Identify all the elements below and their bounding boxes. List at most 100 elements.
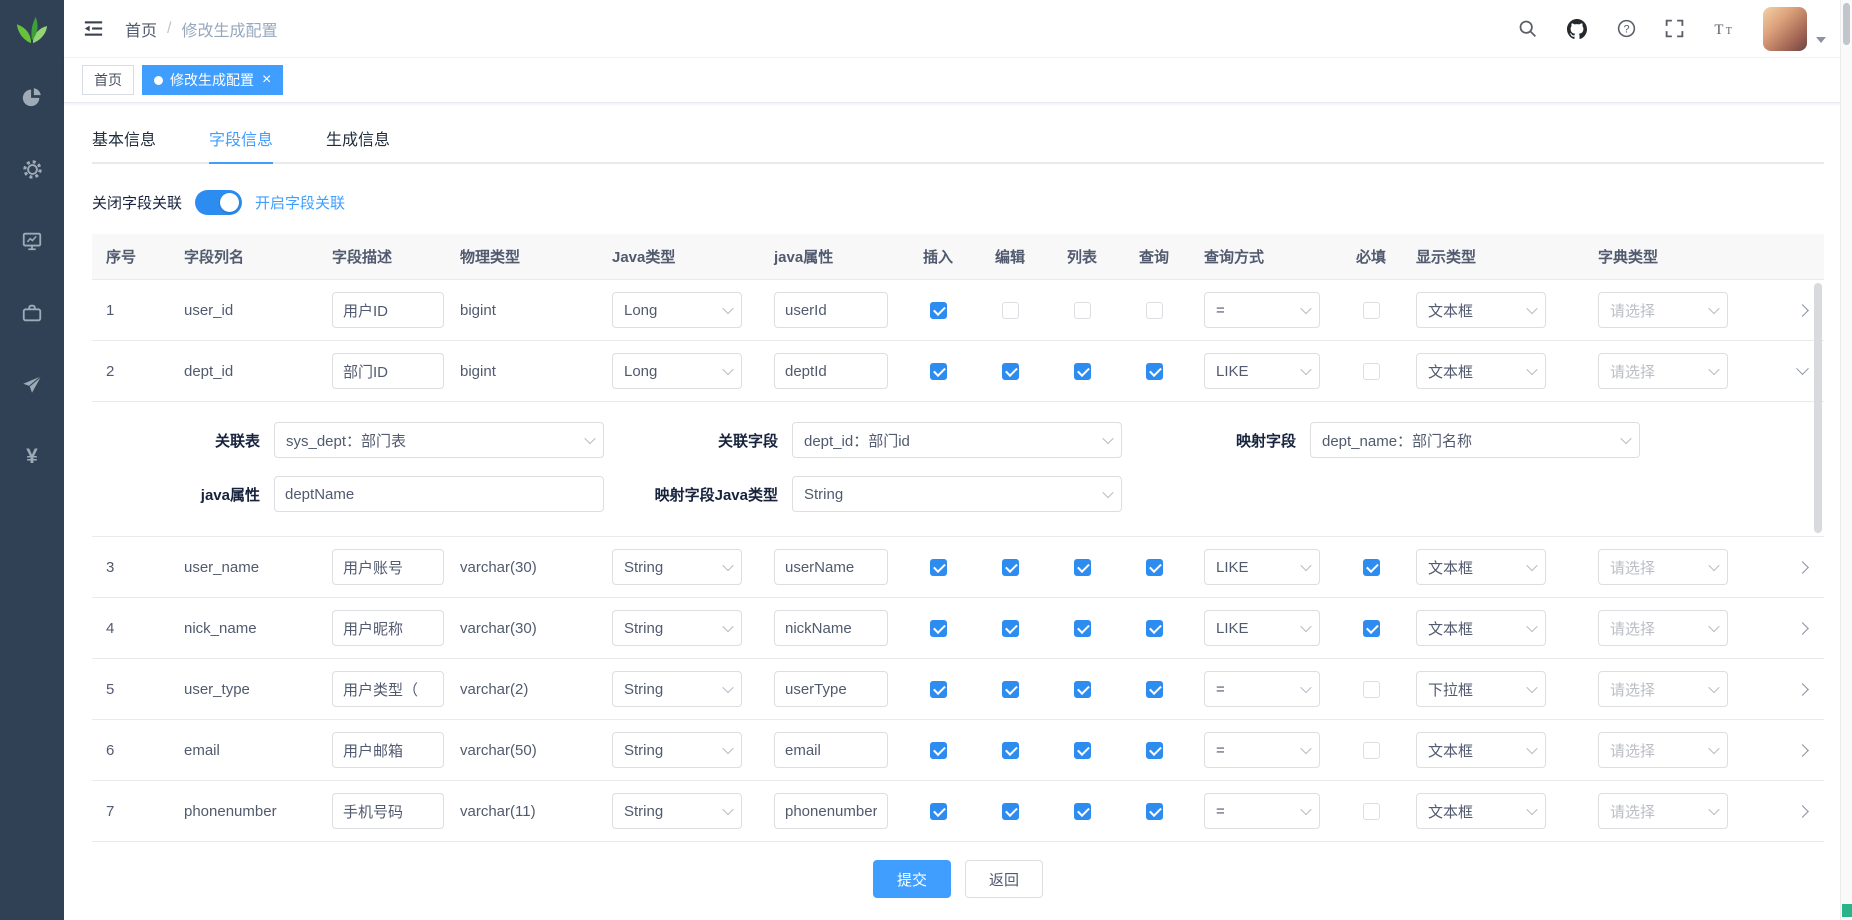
java-type-select[interactable]: String — [612, 671, 742, 707]
app-logo[interactable] — [15, 12, 49, 50]
java-type-select[interactable]: Long — [612, 292, 742, 328]
java-field-input[interactable] — [774, 732, 888, 768]
list-checkbox[interactable] — [1074, 559, 1091, 576]
query-type-select[interactable]: = — [1204, 793, 1320, 829]
java-field-input[interactable] — [774, 671, 888, 707]
tag-home[interactable]: 首页 — [82, 65, 134, 95]
java-field-input[interactable] — [774, 610, 888, 646]
submit-button[interactable]: 提交 — [873, 860, 951, 898]
html-type-select[interactable]: 文本框 — [1416, 610, 1546, 646]
page-scrollbar[interactable] — [1840, 0, 1852, 920]
list-checkbox[interactable] — [1074, 620, 1091, 637]
html-type-select[interactable]: 下拉框 — [1416, 671, 1546, 707]
sidebar-item-monitor[interactable] — [19, 228, 45, 254]
column-comment-input[interactable] — [332, 732, 444, 768]
query-type-select[interactable]: = — [1204, 732, 1320, 768]
sidebar-item-tool[interactable] — [19, 300, 45, 326]
html-type-select[interactable]: 文本框 — [1416, 793, 1546, 829]
insert-checkbox[interactable] — [930, 363, 947, 380]
help-icon[interactable]: ? — [1616, 18, 1637, 39]
column-comment-input[interactable] — [332, 353, 444, 389]
tab-generate-info[interactable]: 生成信息 — [326, 115, 390, 162]
expand-row-icon[interactable] — [1796, 561, 1809, 574]
java-field-input[interactable] — [774, 353, 888, 389]
insert-checkbox[interactable] — [930, 620, 947, 637]
edit-checkbox[interactable] — [1002, 803, 1019, 820]
java-type-select[interactable]: String — [612, 732, 742, 768]
java-field-input[interactable] — [774, 292, 888, 328]
relation-java-field-input[interactable] — [274, 476, 604, 512]
dict-type-select[interactable]: 请选择 — [1598, 732, 1728, 768]
required-checkbox[interactable] — [1363, 620, 1380, 637]
dict-type-select[interactable]: 请选择 — [1598, 671, 1728, 707]
sidebar-item-dashboard[interactable] — [19, 84, 45, 110]
column-comment-input[interactable] — [332, 292, 444, 328]
required-checkbox[interactable] — [1363, 559, 1380, 576]
query-type-select[interactable]: = — [1204, 671, 1320, 707]
list-checkbox[interactable] — [1074, 742, 1091, 759]
query-type-select[interactable]: LIKE — [1204, 549, 1320, 585]
html-type-select[interactable]: 文本框 — [1416, 549, 1546, 585]
github-icon[interactable] — [1565, 17, 1589, 41]
sidebar-item-system[interactable] — [19, 156, 45, 182]
query-checkbox[interactable] — [1146, 681, 1163, 698]
tab-basic-info[interactable]: 基本信息 — [92, 115, 156, 162]
relation-table-select[interactable]: sys_dept：部门表 — [274, 422, 604, 458]
column-comment-input[interactable] — [332, 793, 444, 829]
query-checkbox[interactable] — [1146, 559, 1163, 576]
relation-switch[interactable] — [195, 190, 242, 215]
query-checkbox[interactable] — [1146, 302, 1163, 319]
html-type-select[interactable]: 文本框 — [1416, 292, 1546, 328]
edit-checkbox[interactable] — [1002, 681, 1019, 698]
column-comment-input[interactable] — [332, 549, 444, 585]
query-type-select[interactable]: LIKE — [1204, 353, 1320, 389]
insert-checkbox[interactable] — [930, 559, 947, 576]
insert-checkbox[interactable] — [930, 302, 947, 319]
list-checkbox[interactable] — [1074, 363, 1091, 380]
query-checkbox[interactable] — [1146, 742, 1163, 759]
html-type-select[interactable]: 文本框 — [1416, 353, 1546, 389]
expand-row-icon[interactable] — [1796, 304, 1809, 317]
expand-row-icon[interactable] — [1796, 622, 1809, 635]
breadcrumb-home[interactable]: 首页 — [125, 17, 157, 41]
column-comment-input[interactable] — [332, 671, 444, 707]
expand-row-icon[interactable] — [1796, 805, 1809, 818]
table-scrollbar-thumb[interactable] — [1814, 283, 1822, 533]
search-icon[interactable] — [1517, 18, 1538, 39]
dict-type-select[interactable]: 请选择 — [1598, 610, 1728, 646]
avatar[interactable] — [1763, 7, 1807, 51]
user-menu[interactable] — [1763, 7, 1826, 51]
tag-current[interactable]: 修改生成配置 × — [142, 65, 283, 95]
insert-checkbox[interactable] — [930, 742, 947, 759]
required-checkbox[interactable] — [1363, 302, 1380, 319]
java-field-input[interactable] — [774, 793, 888, 829]
edit-checkbox[interactable] — [1002, 742, 1019, 759]
html-type-select[interactable]: 文本框 — [1416, 732, 1546, 768]
mapping-java-type-select[interactable]: String — [792, 476, 1122, 512]
sidebar-item-pay[interactable]: ¥ — [19, 444, 45, 470]
edit-checkbox[interactable] — [1002, 559, 1019, 576]
query-checkbox[interactable] — [1146, 620, 1163, 637]
font-size-icon[interactable]: T T — [1712, 18, 1736, 39]
required-checkbox[interactable] — [1363, 681, 1380, 698]
insert-checkbox[interactable] — [930, 803, 947, 820]
expand-row-icon[interactable] — [1796, 744, 1809, 757]
expand-row-icon[interactable] — [1796, 683, 1809, 696]
relation-on-label[interactable]: 开启字段关联 — [255, 192, 345, 213]
edit-checkbox[interactable] — [1002, 302, 1019, 319]
required-checkbox[interactable] — [1363, 742, 1380, 759]
required-checkbox[interactable] — [1363, 363, 1380, 380]
sidebar-collapse-icon[interactable] — [82, 17, 105, 40]
required-checkbox[interactable] — [1363, 803, 1380, 820]
back-button[interactable]: 返回 — [965, 860, 1043, 898]
column-comment-input[interactable] — [332, 610, 444, 646]
list-checkbox[interactable] — [1074, 302, 1091, 319]
insert-checkbox[interactable] — [930, 681, 947, 698]
mapping-field-select[interactable]: dept_name：部门名称 — [1310, 422, 1640, 458]
java-type-select[interactable]: String — [612, 610, 742, 646]
java-type-select[interactable]: Long — [612, 353, 742, 389]
query-checkbox[interactable] — [1146, 363, 1163, 380]
query-type-select[interactable]: = — [1204, 292, 1320, 328]
dict-type-select[interactable]: 请选择 — [1598, 292, 1728, 328]
list-checkbox[interactable] — [1074, 681, 1091, 698]
